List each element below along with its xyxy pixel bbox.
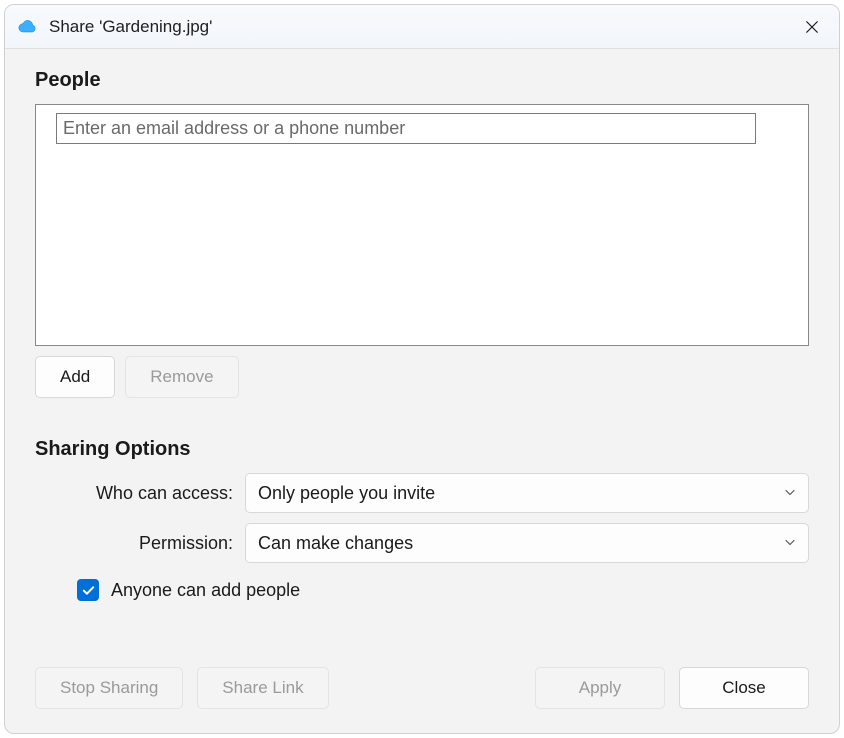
close-icon[interactable]	[797, 12, 827, 42]
add-button[interactable]: Add	[35, 356, 115, 398]
chevron-down-icon	[784, 533, 796, 554]
permission-label: Permission:	[35, 533, 245, 554]
dialog-title: Share 'Gardening.jpg'	[49, 17, 797, 37]
cloud-icon	[17, 16, 39, 38]
anyone-can-add-label: Anyone can add people	[111, 580, 300, 601]
email-input[interactable]	[56, 113, 756, 144]
permission-select[interactable]: Can make changes	[245, 523, 809, 563]
who-can-access-value: Only people you invite	[258, 483, 435, 504]
stop-sharing-button[interactable]: Stop Sharing	[35, 667, 183, 709]
remove-button[interactable]: Remove	[125, 356, 238, 398]
titlebar: Share 'Gardening.jpg'	[5, 5, 839, 49]
share-dialog: Share 'Gardening.jpg' People Add Remove …	[4, 4, 840, 734]
chevron-down-icon	[784, 483, 796, 504]
apply-button[interactable]: Apply	[535, 667, 665, 709]
dialog-content: People Add Remove Sharing Options Who ca…	[5, 49, 839, 667]
share-link-button[interactable]: Share Link	[197, 667, 328, 709]
people-header: People	[35, 69, 809, 92]
who-can-access-select[interactable]: Only people you invite	[245, 473, 809, 513]
people-listbox[interactable]	[35, 104, 809, 346]
permission-value: Can make changes	[258, 533, 413, 554]
anyone-can-add-checkbox[interactable]	[77, 579, 99, 601]
close-button[interactable]: Close	[679, 667, 809, 709]
who-can-access-label: Who can access:	[35, 483, 245, 504]
sharing-header: Sharing Options	[35, 438, 809, 461]
dialog-footer: Stop Sharing Share Link Apply Close	[5, 667, 839, 733]
